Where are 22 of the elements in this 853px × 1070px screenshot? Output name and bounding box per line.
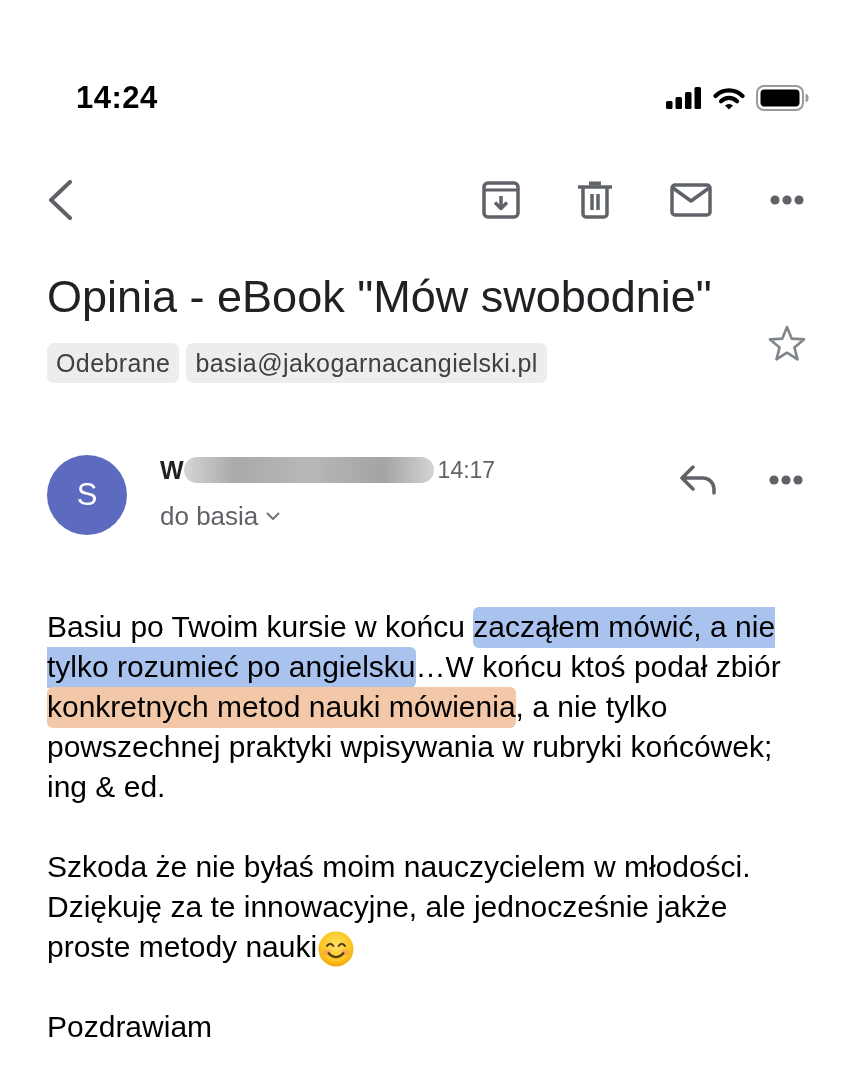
sender-name: W xyxy=(160,455,184,485)
envelope-icon[interactable] xyxy=(670,183,712,217)
chevron-down-icon[interactable] xyxy=(266,511,281,521)
trash-can-icon[interactable] xyxy=(578,181,612,219)
status-time: 14:24 xyxy=(76,80,158,116)
label-chip[interactable]: basia@jakogarnacangielski.pl xyxy=(186,343,547,383)
signal-bars-icon xyxy=(666,87,702,109)
battery-icon xyxy=(756,85,810,111)
recipients-toggle[interactable]: do basia xyxy=(160,500,259,532)
wifi-icon xyxy=(713,86,745,110)
more-options-icon[interactable] xyxy=(769,475,803,485)
sender-avatar: S xyxy=(47,455,127,535)
label-chip[interactable]: Odebrane xyxy=(47,343,180,383)
chevron-left-icon[interactable] xyxy=(47,180,73,220)
sent-time: 14:17 xyxy=(437,456,496,484)
star-icon[interactable] xyxy=(768,325,806,361)
message-paragraph: Pozdrawiam xyxy=(47,1009,214,1045)
more-options-icon[interactable] xyxy=(770,195,804,205)
reply-arrow-icon[interactable] xyxy=(679,465,717,495)
email-subject: Opinia - eBook "Mów swobodnie" xyxy=(47,272,713,322)
message-paragraph: Szkoda że nie byłaś moim nauczycielem w młodości. Dziękuję za te innowacyjne, ale jednocześnie jakże proste metody nauki xyxy=(47,850,751,963)
message-paragraph: Basiu po Twoim kursie w końcu zacząłem mówić, a nie tylko rozumieć po angielsku…W końcu ktoś podał zbiór konkretnych metod nauki mówienia, a nie tylko powszechnej praktyki wpisywania w rubryki końcówek; ing & ed. xyxy=(47,607,812,807)
